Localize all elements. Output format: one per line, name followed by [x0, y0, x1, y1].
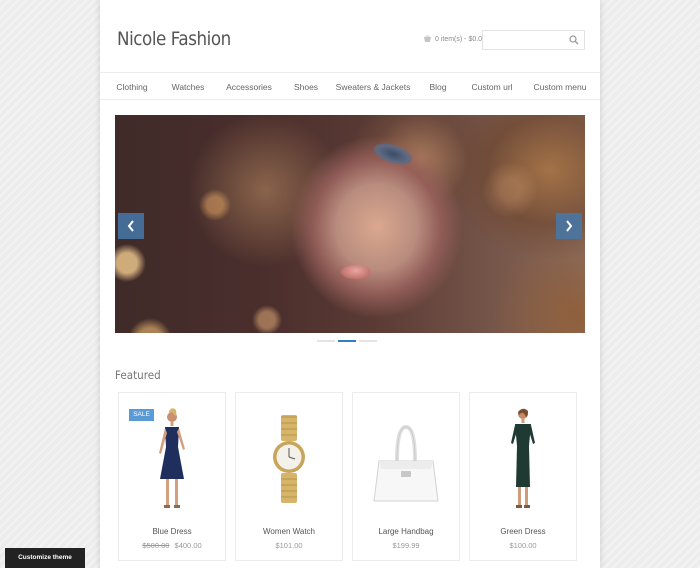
main-nav: Clothing Watches Accessories Shoes Sweat…: [100, 72, 600, 100]
slider-dot[interactable]: [359, 340, 377, 342]
slide-image-detail: [341, 265, 371, 279]
header: Nicole Fashion 0 item(s) - $0.00: [100, 0, 600, 72]
cart-text: 0 item(s) - $0.00: [435, 35, 486, 43]
nav-item-watches[interactable]: Watches: [172, 82, 205, 92]
cart-icon: [424, 35, 431, 42]
product-price: $100.00: [470, 541, 576, 550]
product-regular-price: $199.99: [392, 541, 420, 550]
hero-slider: [115, 115, 585, 333]
nav-item-clothing[interactable]: Clothing: [116, 82, 147, 92]
nav-item-sweaters-jackets[interactable]: Sweaters & Jackets: [336, 82, 411, 92]
product-card[interactable]: Green Dress $100.00: [469, 392, 577, 561]
nav-item-shoes[interactable]: Shoes: [294, 82, 318, 92]
slider-next-button[interactable]: [556, 213, 582, 239]
product-price: $101.00: [236, 541, 342, 550]
product-price: $199.99: [353, 541, 459, 550]
product-card[interactable]: SALE Blue Dress $500.00 $400.00: [118, 392, 226, 561]
slider-dot[interactable]: [317, 340, 335, 342]
section-title: Featured: [115, 368, 161, 382]
nav-item-blog[interactable]: Blog: [429, 82, 446, 92]
slider-prev-button[interactable]: [118, 213, 144, 239]
page-container: Nicole Fashion 0 item(s) - $0.00 Clothin…: [100, 0, 600, 568]
nav-item-custom-url[interactable]: Custom url: [471, 82, 512, 92]
search-icon[interactable]: [569, 35, 579, 45]
product-old-price: $500.00: [142, 541, 170, 550]
chevron-right-icon: [566, 220, 573, 232]
slide-image-detail: [371, 139, 415, 169]
product-name[interactable]: Green Dress: [470, 527, 576, 536]
nav-item-custom-menu[interactable]: Custom menu: [534, 82, 587, 92]
search-input[interactable]: [485, 33, 565, 47]
slider-dot-active[interactable]: [338, 340, 356, 342]
product-sale-price: $400.00: [174, 541, 202, 550]
product-regular-price: $101.00: [275, 541, 303, 550]
chevron-left-icon: [127, 220, 134, 232]
site-title[interactable]: Nicole Fashion: [117, 28, 231, 50]
search-box: [482, 30, 585, 50]
product-name[interactable]: Women Watch: [236, 527, 342, 536]
product-regular-price: $100.00: [509, 541, 537, 550]
product-name[interactable]: Large Handbag: [353, 527, 459, 536]
slider-pagination: [317, 340, 377, 342]
cart-summary[interactable]: 0 item(s) - $0.00: [423, 35, 486, 43]
product-name[interactable]: Blue Dress: [119, 527, 225, 536]
product-card[interactable]: Large Handbag $199.99: [352, 392, 460, 561]
product-image: [273, 415, 305, 503]
nav-item-accessories[interactable]: Accessories: [226, 82, 272, 92]
product-image: [373, 424, 439, 502]
product-image: [511, 408, 535, 508]
sale-badge: SALE: [129, 409, 154, 421]
product-card[interactable]: Women Watch $101.00: [235, 392, 343, 561]
product-price: $500.00 $400.00: [119, 541, 225, 550]
customize-theme-button[interactable]: Customize theme: [5, 548, 85, 568]
